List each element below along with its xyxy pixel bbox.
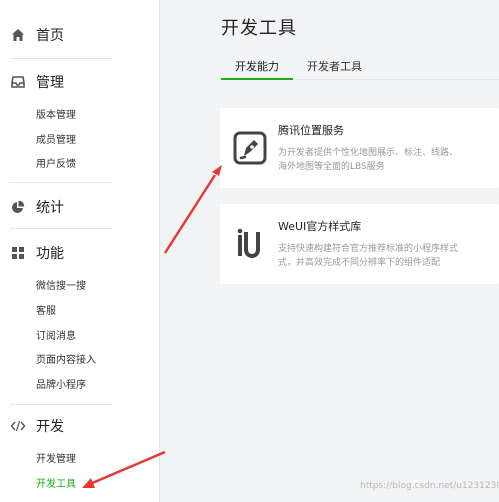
nav-dev-label: 开发 (36, 419, 64, 435)
nav-features[interactable]: 功能 (10, 242, 64, 264)
divider (10, 228, 112, 229)
nav-member-manage[interactable]: 成员管理 (36, 134, 76, 148)
watermark: https://blog.csdn.net/u1231230 (360, 481, 499, 491)
nav-stats[interactable]: 统计 (10, 196, 64, 218)
nav-manage-label: 管理 (36, 75, 64, 91)
card-tencent-location[interactable]: 腾讯位置服务 为开发者提供个性化地图展示、标注、线路、 海外地图等全面的LBS服… (220, 108, 499, 188)
nav-stats-label: 统计 (36, 200, 64, 216)
tab-developer-tools[interactable]: 开发者工具 (307, 58, 362, 74)
code-icon (10, 418, 26, 434)
card-desc-line: 海外地图等全面的LBS服务 (278, 162, 385, 172)
main-content: 开发工具 开发能力 开发者工具 腾讯位置服务 为开发者提供个性化地图展示、标注、… (161, 0, 499, 502)
sidebar: 首页 管理 版本管理 成员管理 用户反馈 统计 功能 微信搜一搜 客服 订阅消息… (0, 0, 160, 502)
divider (10, 58, 112, 59)
weui-icon (232, 226, 268, 262)
nav-version-manage[interactable]: 版本管理 (36, 109, 76, 123)
card-description: 支持快速构建符合官方推荐标准的小程序样式 式，并高效完成不同分辨率下的组件适配 (278, 242, 488, 270)
grid-icon (10, 245, 26, 261)
map-pen-icon (232, 130, 268, 166)
nav-manage[interactable]: 管理 (10, 71, 64, 93)
card-desc-line: 支持快速构建符合官方推荐标准的小程序样式 (278, 244, 459, 254)
nav-dev[interactable]: 开发 (10, 415, 64, 437)
nav-page-content[interactable]: 页面内容接入 (36, 354, 96, 368)
nav-dev-manage[interactable]: 开发管理 (36, 453, 76, 467)
home-icon (10, 27, 26, 43)
tab-dev-capability[interactable]: 开发能力 (235, 58, 279, 74)
divider (10, 182, 112, 183)
nav-customer-service[interactable]: 客服 (36, 305, 56, 319)
page-title: 开发工具 (221, 18, 297, 39)
nav-user-feedback[interactable]: 用户反馈 (36, 158, 76, 172)
pie-chart-icon (10, 199, 26, 215)
card-title: 腾讯位置服务 (278, 124, 344, 137)
divider (10, 404, 112, 405)
nav-subscribe-message[interactable]: 订阅消息 (36, 330, 76, 344)
card-desc-line: 为开发者提供个性化地图展示、标注、线路、 (278, 148, 459, 158)
nav-home[interactable]: 首页 (10, 24, 64, 46)
card-desc-line: 式，并高效完成不同分辨率下的组件适配 (278, 258, 441, 268)
nav-features-label: 功能 (36, 246, 64, 262)
nav-brand-miniprogram[interactable]: 品牌小程序 (36, 379, 86, 393)
tab-bar: 开发能力 开发者工具 (221, 52, 499, 80)
nav-dev-tools[interactable]: 开发工具 (36, 478, 76, 492)
inbox-icon (10, 74, 26, 90)
nav-home-label: 首页 (36, 28, 64, 44)
card-title: WeUI官方样式库 (278, 220, 362, 233)
active-tab-indicator (221, 78, 293, 80)
nav-wechat-search[interactable]: 微信搜一搜 (36, 280, 86, 294)
card-weui[interactable]: WeUI官方样式库 支持快速构建符合官方推荐标准的小程序样式 式，并高效完成不同… (220, 204, 499, 284)
card-description: 为开发者提供个性化地图展示、标注、线路、 海外地图等全面的LBS服务 (278, 146, 488, 174)
